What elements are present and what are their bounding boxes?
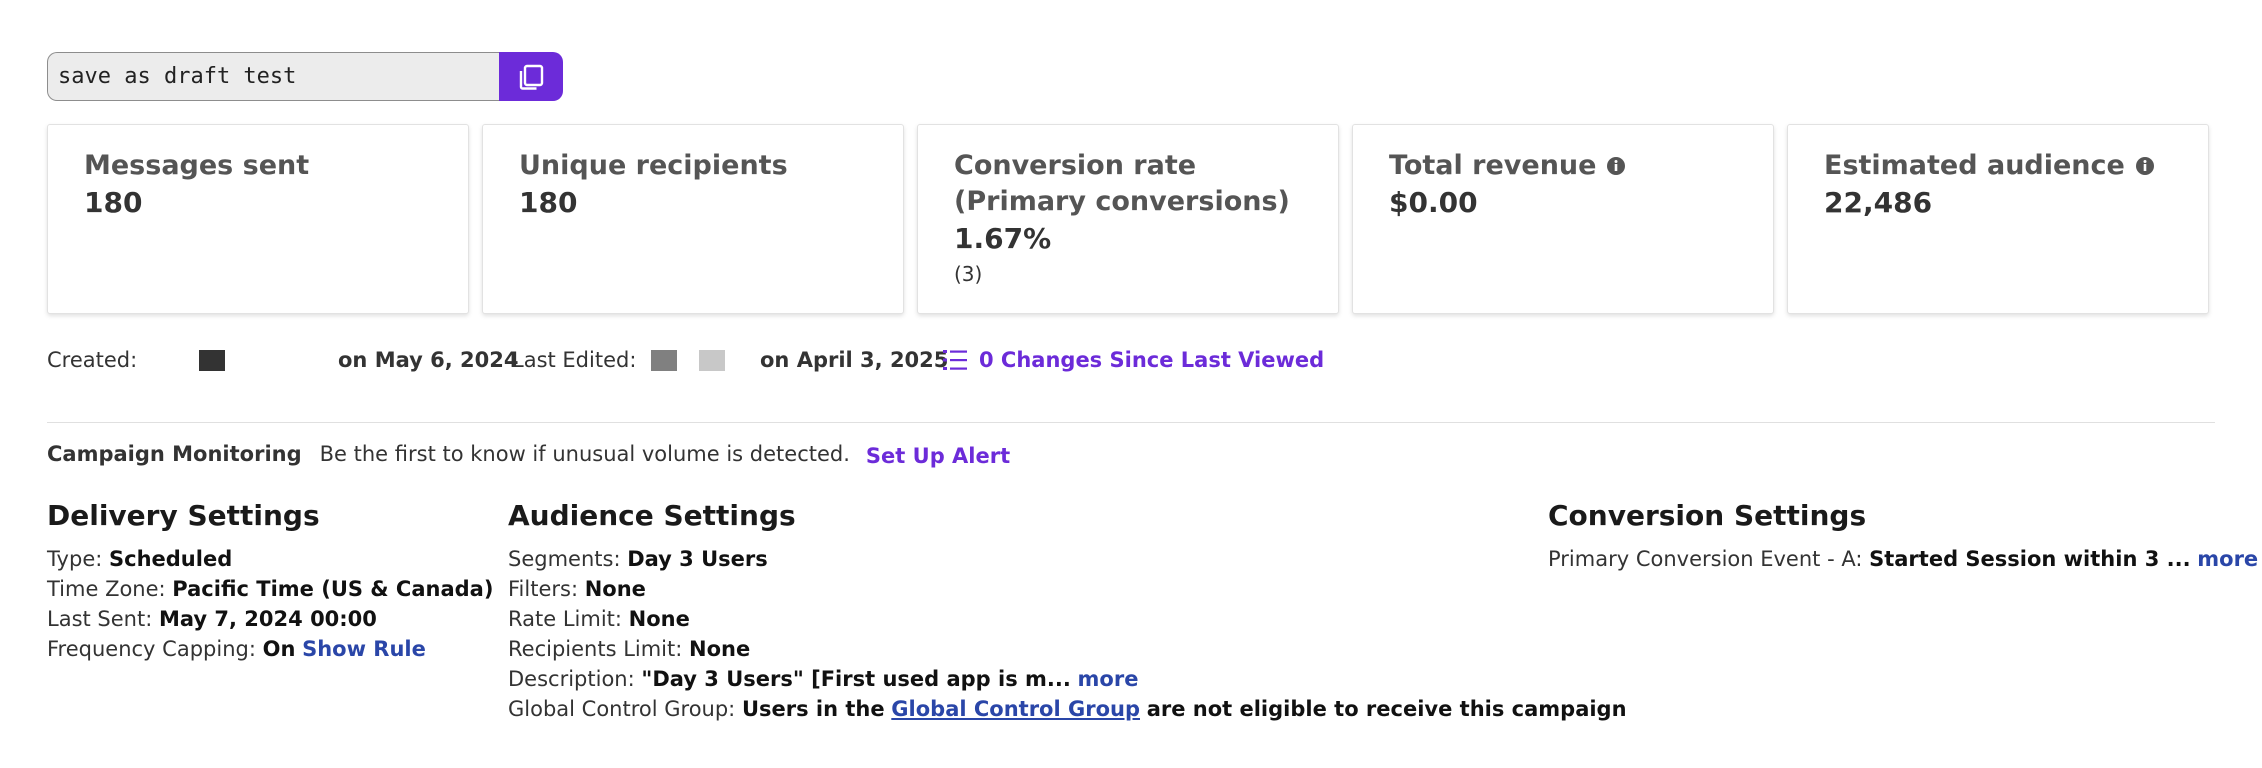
description-value: "Day 3 Users" [First used app is m... <box>641 667 1071 691</box>
estimated-audience-label-row: Estimated audience <box>1824 148 2172 184</box>
audience-segments: Segments: Day 3 Users <box>508 544 1627 574</box>
total-revenue-value: $0.00 <box>1389 186 1478 219</box>
segments-label: Segments: <box>508 547 621 571</box>
last-edited-label: Last Edited: <box>512 348 637 372</box>
recipients-limit-label: Recipients Limit: <box>508 637 683 661</box>
changes-since-viewed-link[interactable]: 0 Changes Since Last Viewed <box>943 344 1324 376</box>
delivery-type: Type: Scheduled <box>47 544 493 574</box>
global-control-group-pre: Users in the <box>741 697 885 721</box>
messages-sent-label: Messages sent <box>84 150 310 181</box>
global-control-group-label: Global Control Group: <box>508 697 736 721</box>
recipients-limit-value: None <box>689 637 751 661</box>
delivery-settings-title: Delivery Settings <box>47 499 320 532</box>
segments-value: Day 3 Users <box>627 547 768 571</box>
conversion-settings-title: Conversion Settings <box>1548 499 1867 532</box>
audience-global-control-group: Global Control Group: Users in the Globa… <box>508 694 1627 724</box>
conversion-rate-label: Conversion rate <box>954 150 1197 181</box>
last-sent-label: Last Sent: <box>47 607 153 631</box>
conversion-count: (3) <box>954 262 983 286</box>
frequency-capping-label: Frequency Capping: <box>47 637 256 661</box>
created-date: on May 6, 2024 <box>338 348 519 372</box>
campaign-name-input[interactable] <box>47 52 499 101</box>
campaign-monitoring-title: Campaign Monitoring <box>47 442 302 466</box>
delivery-type-label: Type: <box>47 547 103 571</box>
last-edited-date: on April 3, 2025 <box>760 348 949 372</box>
primary-conversion-event: Primary Conversion Event - A: Started Se… <box>1548 544 2258 574</box>
total-revenue-label: Total revenue <box>1389 150 1597 181</box>
description-more-link[interactable]: more <box>1078 667 1139 691</box>
last-sent-value: May 7, 2024 00:00 <box>158 607 377 631</box>
editor-avatar <box>651 350 677 371</box>
audience-recipients-limit: Recipients Limit: None <box>508 634 1627 664</box>
total-revenue-label-row: Total revenue <box>1389 148 1737 184</box>
audience-settings: Audience Settings Segments: Day 3 Users … <box>508 498 1627 724</box>
estimated-audience-card: Estimated audience 22,486 <box>1787 124 2209 314</box>
total-revenue-card: Total revenue $0.00 <box>1352 124 1774 314</box>
copy-icon <box>519 64 544 90</box>
conversion-rate-card: Conversion rate (Primary conversions) 1.… <box>917 124 1339 314</box>
conversion-event-value: Started Session within 3 ... <box>1869 547 2191 571</box>
editor-avatar-secondary <box>699 350 725 371</box>
messages-sent-card: Messages sent 180 <box>47 124 469 314</box>
delivery-settings: Delivery Settings Type: Scheduled Time Z… <box>47 498 493 664</box>
delivery-frequency-capping: Frequency Capping: On Show Rule <box>47 634 493 664</box>
audience-filters: Filters: None <box>508 574 1627 604</box>
conversion-rate-value: 1.67% <box>954 222 1052 255</box>
conversion-rate-sublabel: (Primary conversions) <box>954 186 1290 217</box>
filters-value: None <box>584 577 646 601</box>
audience-settings-title: Audience Settings <box>508 499 796 532</box>
estimated-audience-value: 22,486 <box>1824 186 1933 219</box>
unique-recipients-card: Unique recipients 180 <box>482 124 904 314</box>
stats-cards: Messages sent 180 Unique recipients 180 … <box>47 124 2209 314</box>
messages-sent-value: 180 <box>84 186 143 219</box>
campaign-name-row <box>47 52 563 101</box>
show-rule-link[interactable]: Show Rule <box>302 637 426 661</box>
created-edited-row: Created: on May 6, 2024 Last Edited: on … <box>47 344 1347 376</box>
created-label: Created: <box>47 348 138 372</box>
timezone-label: Time Zone: <box>47 577 166 601</box>
conversion-settings: Conversion Settings Primary Conversion E… <box>1548 498 2258 574</box>
description-label: Description: <box>508 667 635 691</box>
conversion-more-link[interactable]: more <box>2197 547 2258 571</box>
changes-link-label: 0 Changes Since Last Viewed <box>979 348 1325 372</box>
filters-label: Filters: <box>508 577 579 601</box>
set-up-alert-link[interactable]: Set Up Alert <box>866 444 1010 468</box>
info-icon[interactable] <box>1606 156 1626 176</box>
unique-recipients-label: Unique recipients <box>519 150 788 181</box>
audience-rate-limit: Rate Limit: None <box>508 604 1627 634</box>
audience-description: Description: "Day 3 Users" [First used a… <box>508 664 1627 694</box>
info-icon[interactable] <box>2135 156 2155 176</box>
rate-limit-value: None <box>628 607 690 631</box>
copy-button[interactable] <box>499 52 563 101</box>
estimated-audience-label: Estimated audience <box>1824 150 2125 181</box>
delivery-type-value: Scheduled <box>109 547 233 571</box>
frequency-capping-value: On <box>262 637 296 661</box>
campaign-monitoring-row: Campaign Monitoring Be the first to know… <box>47 440 1010 468</box>
unique-recipients-value: 180 <box>519 186 578 219</box>
list-icon <box>943 350 967 370</box>
conversion-event-label: Primary Conversion Event - A: <box>1548 547 1863 571</box>
creator-avatar <box>199 350 225 371</box>
divider <box>47 422 2215 423</box>
global-control-group-post: are not eligible to receive this campaig… <box>1146 697 1627 721</box>
rate-limit-label: Rate Limit: <box>508 607 622 631</box>
timezone-value: Pacific Time (US & Canada) <box>172 577 494 601</box>
delivery-timezone: Time Zone: Pacific Time (US & Canada) <box>47 574 493 604</box>
delivery-last-sent: Last Sent: May 7, 2024 00:00 <box>47 604 493 634</box>
global-control-group-link[interactable]: Global Control Group <box>891 697 1140 721</box>
campaign-monitoring-text: Be the first to know if unusual volume i… <box>319 442 850 466</box>
